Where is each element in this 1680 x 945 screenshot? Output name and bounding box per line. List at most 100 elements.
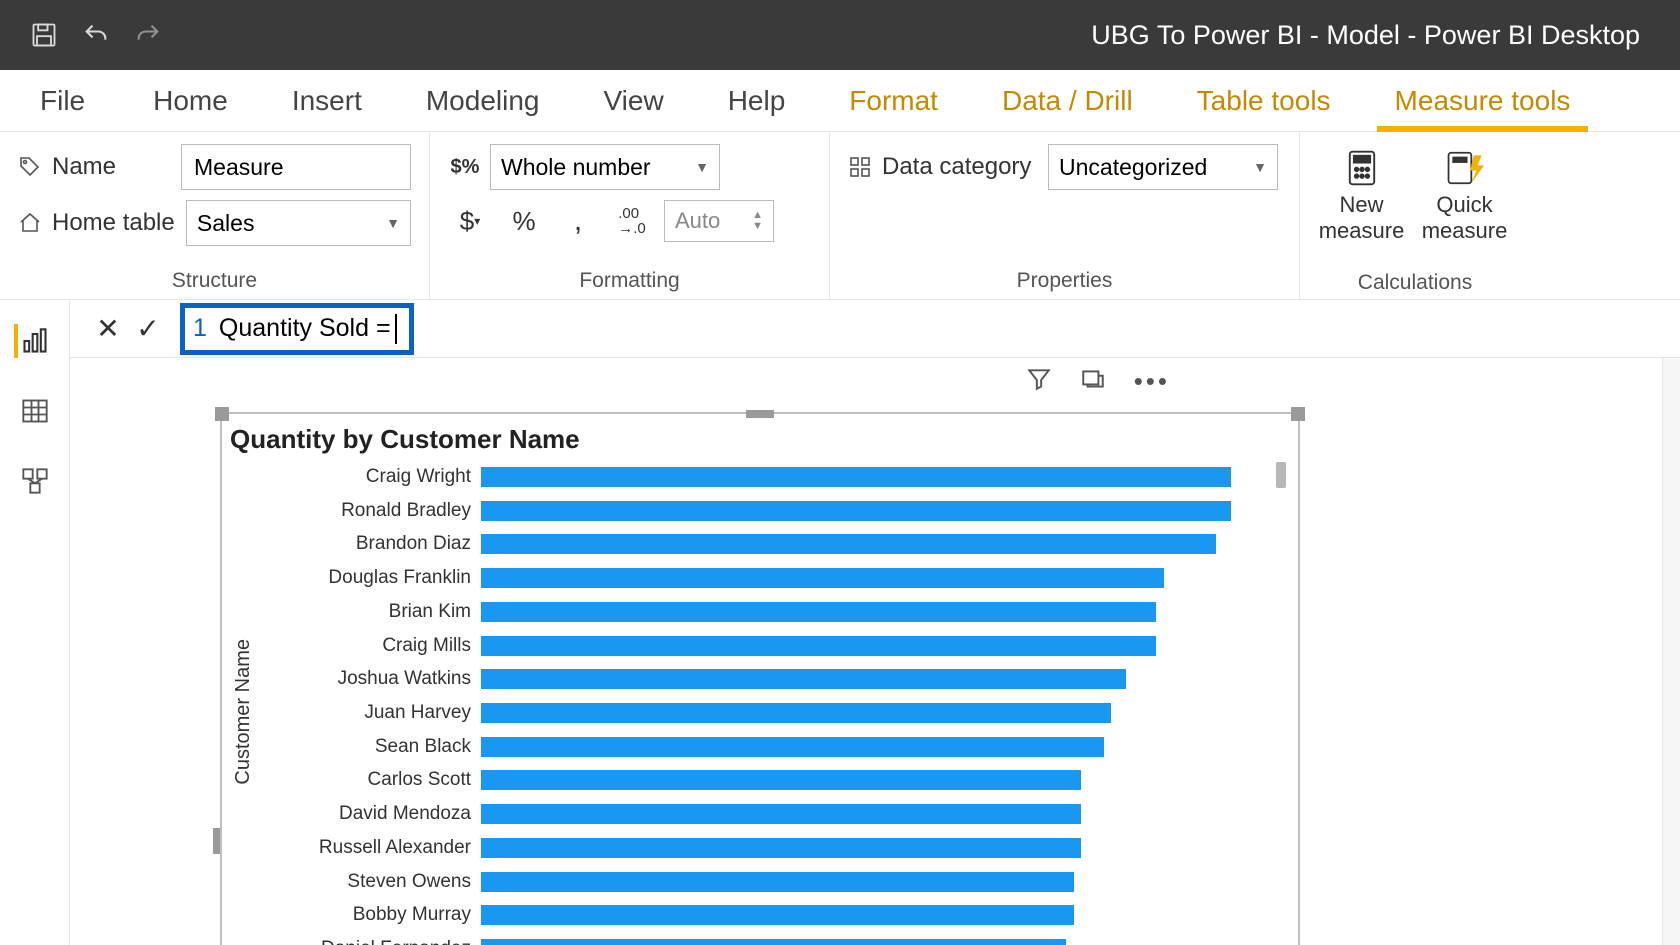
chart-bar-row[interactable]: Craig Wright xyxy=(259,464,1284,490)
thousands-button[interactable]: , xyxy=(556,200,600,242)
currency-button[interactable]: $▾ xyxy=(448,200,492,242)
bar xyxy=(481,804,1081,824)
chevron-down-icon: ▼ xyxy=(695,159,709,175)
y-axis-title: Customer Name xyxy=(228,639,259,785)
quick-measure-button[interactable]: Quick measure xyxy=(1417,144,1512,245)
report-canvas[interactable]: ••• Quantity by Customer Name Customer N… xyxy=(70,358,1680,945)
focus-mode-icon[interactable] xyxy=(1080,366,1106,397)
home-table-select[interactable]: Sales ▼ xyxy=(186,200,411,246)
decimal-button[interactable]: .00→.0 xyxy=(610,200,654,242)
decimal-places-input[interactable]: Auto ▲▼ xyxy=(664,200,774,242)
chart-bar-row[interactable]: Russell Alexander xyxy=(259,835,1284,861)
chart-bar-row[interactable]: Sean Black xyxy=(259,734,1284,760)
visual-title: Quantity by Customer Name xyxy=(222,414,1298,461)
bar xyxy=(481,770,1081,790)
chart-bar-row[interactable]: Ronald Bradley xyxy=(259,498,1284,524)
formula-text: Quantity Sold = xyxy=(219,314,391,343)
resize-handle[interactable] xyxy=(746,410,774,418)
cancel-formula-button[interactable]: ✕ xyxy=(88,309,128,349)
home-icon xyxy=(18,211,42,235)
more-options-icon[interactable]: ••• xyxy=(1134,366,1170,397)
tab-measuretools[interactable]: Measure tools xyxy=(1363,85,1603,131)
window-title: UBG To Power BI - Model - Power BI Deskt… xyxy=(164,20,1680,51)
chart-bar-row[interactable]: Craig Mills xyxy=(259,633,1284,659)
bar xyxy=(481,534,1216,554)
bar-label: Ronald Bradley xyxy=(259,500,481,522)
group-label-properties: Properties xyxy=(848,263,1281,293)
chart-bar-row[interactable]: Joshua Watkins xyxy=(259,666,1284,692)
format-icon: $% xyxy=(448,150,482,184)
formula-bar: ✕ ✓ 1 Quantity Sold = xyxy=(70,300,1680,358)
chart-bar-row[interactable]: Daniel Fernandez xyxy=(259,936,1284,945)
chart-bar-row[interactable]: Bobby Murray xyxy=(259,903,1284,929)
chevron-down-icon: ▼ xyxy=(1253,159,1267,175)
data-category-label: Data category xyxy=(882,153,1031,181)
line-number: 1 xyxy=(193,314,207,343)
bar xyxy=(481,636,1156,656)
chart-bar-row[interactable]: David Mendoza xyxy=(259,801,1284,827)
percent-button[interactable]: % xyxy=(502,200,546,242)
chart-bar-row[interactable]: Carlos Scott xyxy=(259,768,1284,794)
measure-name-input[interactable] xyxy=(181,144,411,190)
resize-handle[interactable] xyxy=(215,407,229,421)
bar xyxy=(481,602,1156,622)
tab-insert[interactable]: Insert xyxy=(260,85,394,131)
chevron-down-icon: ▼ xyxy=(386,215,400,231)
save-icon[interactable] xyxy=(28,19,60,51)
bar xyxy=(481,568,1164,588)
scrollbar[interactable] xyxy=(1276,462,1286,945)
formula-editor[interactable]: 1 Quantity Sold = xyxy=(180,303,414,355)
chart-bar-row[interactable]: Douglas Franklin xyxy=(259,565,1284,591)
data-category-select[interactable]: Uncategorized ▼ xyxy=(1048,144,1278,190)
bar-label: Juan Harvey xyxy=(259,702,481,724)
collapsed-pane[interactable] xyxy=(1662,358,1680,945)
chart-bar-row[interactable]: Brandon Diaz xyxy=(259,531,1284,557)
calculator-icon xyxy=(1342,148,1382,188)
title-bar: UBG To Power BI - Model - Power BI Deskt… xyxy=(0,0,1680,70)
format-value: Whole number xyxy=(501,154,651,181)
text-cursor xyxy=(395,314,397,344)
format-select[interactable]: Whole number ▼ xyxy=(490,144,720,190)
new-measure-button[interactable]: New measure xyxy=(1318,144,1405,245)
tab-help[interactable]: Help xyxy=(696,85,818,131)
decimal-placeholder: Auto xyxy=(675,208,720,234)
new-measure-label: New measure xyxy=(1319,192,1405,243)
tab-format[interactable]: Format xyxy=(817,85,970,131)
view-switcher xyxy=(0,300,70,945)
bar xyxy=(481,838,1081,858)
bar xyxy=(481,703,1111,723)
tab-datadrill[interactable]: Data / Drill xyxy=(970,85,1165,131)
bar xyxy=(481,669,1126,689)
bar xyxy=(481,939,1066,945)
commit-formula-button[interactable]: ✓ xyxy=(128,309,168,349)
data-category-value: Uncategorized xyxy=(1059,154,1207,181)
report-view-button[interactable] xyxy=(14,324,52,358)
category-icon xyxy=(848,155,872,179)
model-view-button[interactable] xyxy=(16,464,54,498)
data-view-button[interactable] xyxy=(16,394,54,428)
bar-label: Bobby Murray xyxy=(259,904,481,926)
bar-label: Douglas Franklin xyxy=(259,567,481,589)
tab-modeling[interactable]: Modeling xyxy=(394,85,572,131)
tab-home[interactable]: Home xyxy=(121,85,260,131)
chart-bar-row[interactable]: Brian Kim xyxy=(259,599,1284,625)
redo-icon[interactable] xyxy=(132,19,164,51)
chart-bar-row[interactable]: Steven Owens xyxy=(259,869,1284,895)
bar-label: Joshua Watkins xyxy=(259,668,481,690)
tag-icon xyxy=(18,155,42,179)
tab-view[interactable]: View xyxy=(572,85,696,131)
filter-icon[interactable] xyxy=(1026,366,1052,397)
bar-chart-visual[interactable]: Quantity by Customer Name Customer Name … xyxy=(220,412,1300,945)
undo-icon[interactable] xyxy=(80,19,112,51)
resize-handle[interactable] xyxy=(1291,407,1305,421)
bar-label: Daniel Fernandez xyxy=(259,938,481,945)
home-table-label: Home table xyxy=(52,209,175,237)
chart-bar-row[interactable]: Juan Harvey xyxy=(259,700,1284,726)
name-label: Name xyxy=(52,153,116,181)
bar-label: Sean Black xyxy=(259,736,481,758)
bar-label: Brian Kim xyxy=(259,601,481,623)
tab-tabletools[interactable]: Table tools xyxy=(1165,85,1363,131)
tab-file[interactable]: File xyxy=(8,85,117,131)
bar-label: Carlos Scott xyxy=(259,769,481,791)
bar xyxy=(481,467,1231,487)
